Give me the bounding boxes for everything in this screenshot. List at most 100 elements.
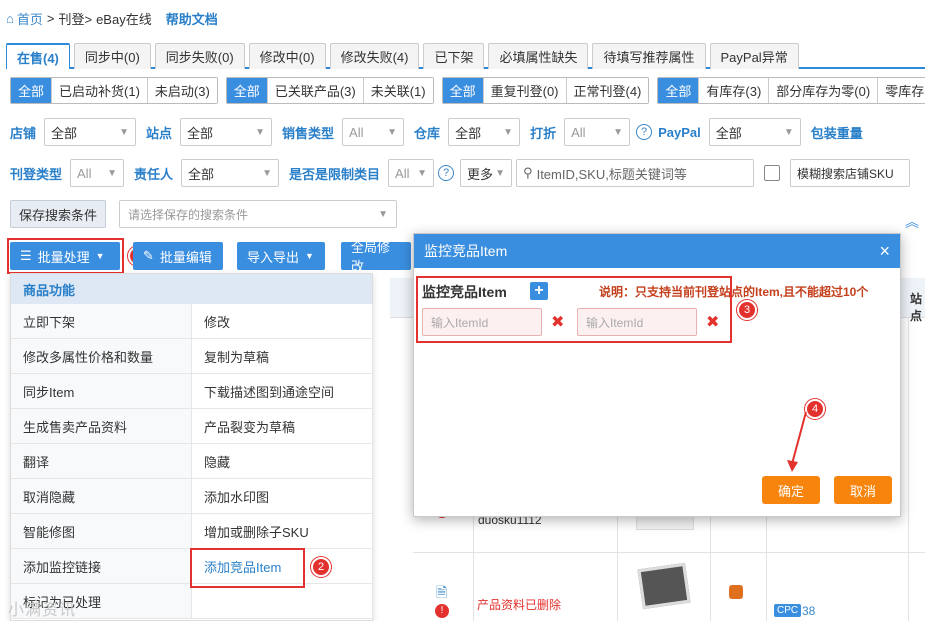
product-image-icon[interactable]: [637, 562, 691, 610]
dup-duplicate[interactable]: 重复刊登(0): [483, 78, 567, 103]
stock-zero[interactable]: 零库存: [878, 78, 925, 103]
chevron-down-icon: ▼: [255, 126, 266, 138]
shop-value: 全部: [51, 125, 78, 141]
link-linked[interactable]: 已关联产品(3): [267, 78, 364, 103]
menu-item-empty: [192, 584, 373, 619]
restock-all[interactable]: 全部: [11, 78, 53, 103]
help-icon[interactable]: ?: [636, 124, 653, 140]
tab-syncing[interactable]: 同步中(0): [73, 43, 151, 69]
saletype-value: All: [349, 124, 364, 140]
shop-select[interactable]: 全部 ▼: [44, 118, 137, 146]
tab-paypal-error[interactable]: PayPal异常: [709, 43, 799, 69]
close-icon[interactable]: ×: [879, 241, 890, 262]
warehouse-select[interactable]: 全部 ▼: [448, 118, 521, 146]
link-unlinked[interactable]: 未关联(1): [363, 78, 433, 103]
deleted-status: 产品资料已删除: [477, 598, 562, 612]
table-divider: [908, 318, 909, 621]
edit-icon: ✎: [143, 248, 154, 263]
item-id-partial[interactable]: 38: [802, 604, 815, 618]
breadcrumb-home-label[interactable]: 首页: [17, 9, 43, 28]
restock-not-started[interactable]: 未启动(3): [147, 78, 217, 103]
tab-modifying[interactable]: 修改中(0): [248, 43, 326, 69]
saved-search-select[interactable]: 请选择保存的搜索条件 ▼: [119, 200, 397, 228]
link-filter: 全部 已关联产品(3) 未关联(1): [225, 77, 434, 104]
saletype-select[interactable]: All ▼: [342, 118, 405, 146]
paypal-select[interactable]: 全部 ▼: [708, 118, 801, 146]
dialog-header: 监控竞品Item ×: [414, 234, 900, 268]
breadcrumb-separator: >: [46, 10, 55, 26]
menu-item-download-images[interactable]: 下载描述图到通途空间: [192, 374, 373, 409]
dialog-title: 监控竞品Item: [424, 243, 508, 259]
confirm-button[interactable]: 确定: [762, 476, 820, 504]
stock-partial-zero[interactable]: 部分库存为零(0): [769, 78, 879, 103]
tab-required-missing[interactable]: 必填属性缺失: [488, 43, 589, 69]
menu-item-copy-draft[interactable]: 复制为草稿: [192, 339, 373, 374]
chevron-down-icon: ▼: [262, 167, 273, 179]
restock-started[interactable]: 已启动补货(1): [52, 78, 148, 103]
watermark: 小满资讯: [8, 602, 77, 619]
search-input[interactable]: ⚲ ItemID,SKU,标题关键词等: [516, 159, 755, 187]
save-search-button[interactable]: 保存搜索条件: [10, 200, 107, 228]
saved-search-placeholder: 请选择保存的搜索条件: [128, 207, 249, 222]
menu-item-hide[interactable]: 隐藏: [192, 444, 373, 479]
global-edit-button[interactable]: 全局修改: [341, 240, 411, 274]
breadcrumb-home[interactable]: ⌂ 首页: [6, 9, 43, 28]
menu-item-child-sku[interactable]: 增加或删除子SKU: [192, 514, 373, 549]
tab-sync-failed[interactable]: 同步失败(0): [154, 43, 245, 69]
collapse-icon[interactable]: ︽: [905, 212, 919, 232]
paypal-label: PayPal: [658, 124, 701, 140]
tab-delisted[interactable]: 已下架: [423, 43, 485, 69]
batch-edit-button[interactable]: ✎ 批量编辑: [133, 242, 223, 270]
database-icon: [729, 585, 743, 599]
dup-normal[interactable]: 正常刊登(4): [566, 78, 649, 103]
cpc-badge: CPC: [774, 604, 802, 617]
menu-item-unhide[interactable]: 取消隐藏: [11, 479, 192, 514]
menu-item-delist[interactable]: 立即下架: [11, 304, 192, 339]
site-select[interactable]: 全部 ▼: [180, 118, 273, 146]
import-export-label: 导入导出: [247, 249, 300, 265]
document-icon[interactable]: 🗎: [436, 582, 447, 606]
owner-select[interactable]: 全部 ▼: [181, 159, 280, 187]
menu-item-generate-product[interactable]: 生成售卖产品资料: [11, 409, 192, 444]
highlight-box-2: [190, 548, 305, 588]
tab-recommended-attr[interactable]: 待填写推荐属性: [592, 43, 706, 69]
link-all[interactable]: 全部: [226, 78, 268, 103]
menu-item-smart-retouch[interactable]: 智能修图: [11, 514, 192, 549]
fuzzy-checkbox[interactable]: [764, 165, 781, 181]
fuzzy-search-button[interactable]: 模糊搜索店铺SKU: [790, 159, 911, 187]
table-row-divider: [413, 552, 925, 553]
chevron-down-icon: ▼: [613, 126, 624, 138]
step-marker-2: 2: [311, 557, 331, 577]
restricted-select[interactable]: All ▼: [388, 159, 435, 187]
menu-item-split-draft[interactable]: 产品裂变为草稿: [192, 409, 373, 444]
menu-item-modify[interactable]: 修改: [192, 304, 373, 339]
menu-item-edit-variations[interactable]: 修改多属性价格和数量: [11, 339, 192, 374]
warehouse-value: 全部: [455, 125, 482, 141]
menu-item-add-monitor[interactable]: 添加监控链接: [11, 549, 192, 584]
help-doc-link[interactable]: 帮助文档: [166, 9, 218, 28]
breadcrumb-listing[interactable]: 刊登>: [58, 9, 92, 28]
listtype-select[interactable]: All ▼: [70, 159, 125, 187]
weight-label: 包装重量: [810, 125, 863, 141]
tab-on-sale[interactable]: 在售(4): [6, 43, 70, 69]
discount-select[interactable]: All ▼: [564, 118, 631, 146]
menu-section-head: 商品功能: [11, 274, 372, 304]
stock-in-stock[interactable]: 有库存(3): [699, 78, 770, 103]
menu-item-sync[interactable]: 同步Item: [11, 374, 192, 409]
duplicate-filter: 全部 重复刊登(0) 正常刊登(4): [441, 77, 650, 104]
dup-all[interactable]: 全部: [442, 78, 484, 103]
menu-item-translate[interactable]: 翻译: [11, 444, 192, 479]
stock-all[interactable]: 全部: [658, 78, 700, 103]
import-export-button[interactable]: 导入导出 ▼: [237, 242, 325, 270]
cancel-button[interactable]: 取消: [834, 476, 892, 504]
help-icon[interactable]: ?: [438, 165, 455, 181]
chevron-down-icon: ▼: [387, 126, 398, 138]
menu-item-watermark[interactable]: 添加水印图: [192, 479, 373, 514]
stock-filter: 全部 有库存(3) 部分库存为零(0) 零库存: [657, 77, 925, 104]
tab-modify-failed[interactable]: 修改失败(4): [329, 43, 420, 69]
chevron-down-icon: ▼: [107, 167, 118, 179]
more-value: 更多: [467, 166, 494, 182]
col-site-header: 站点: [910, 292, 923, 323]
chevron-down-icon: ▼: [119, 126, 130, 138]
more-select[interactable]: 更多 ▼: [460, 159, 513, 187]
